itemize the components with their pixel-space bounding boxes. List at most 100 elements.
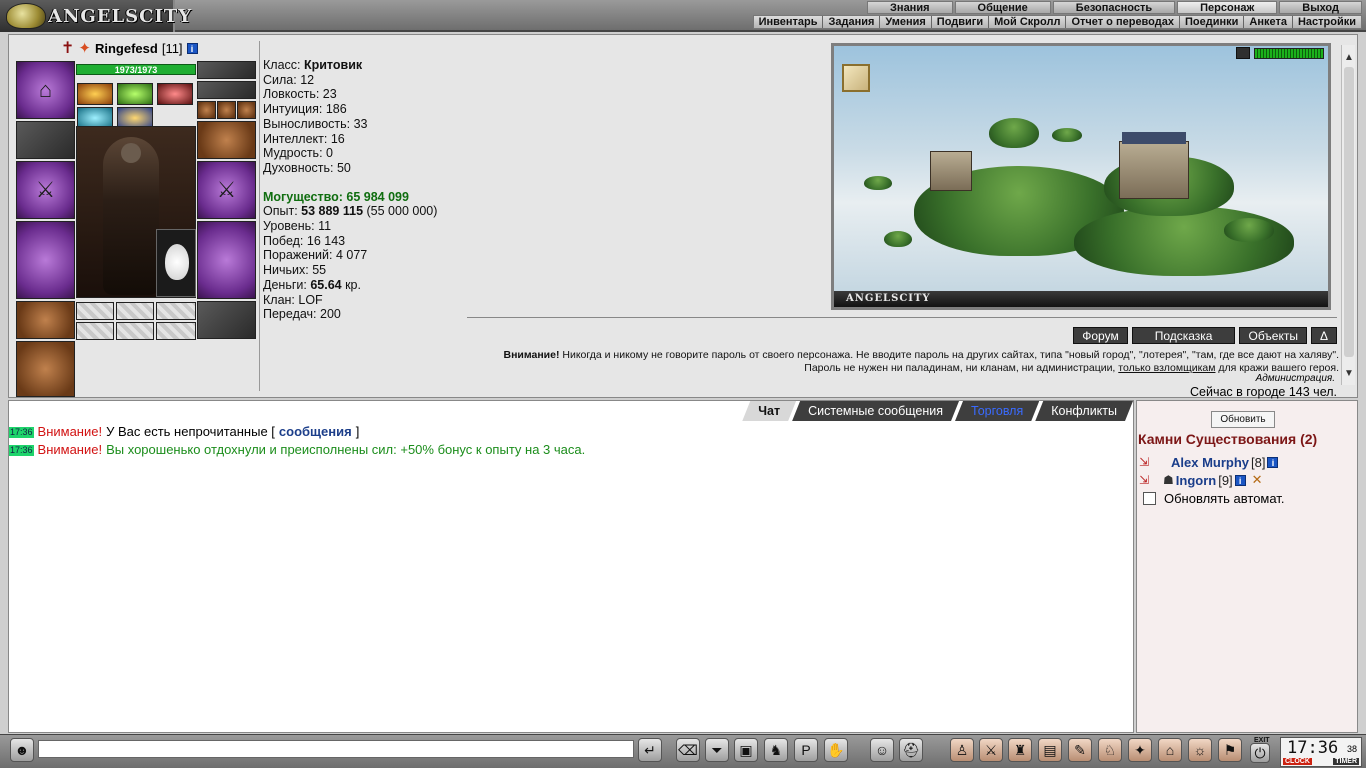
buff-blood-icon[interactable] bbox=[157, 83, 193, 105]
tab-system-messages[interactable]: Системные сообщения bbox=[792, 401, 959, 421]
refresh-button[interactable]: Обновить bbox=[1211, 411, 1275, 428]
scroll-icon[interactable]: ✎ bbox=[1068, 738, 1092, 762]
slot-armor[interactable] bbox=[16, 221, 75, 299]
clock-label[interactable]: CLOCK bbox=[1283, 758, 1312, 765]
run-icon[interactable]: ♞ bbox=[764, 738, 788, 762]
slot-bracers[interactable] bbox=[16, 121, 75, 159]
buff-fire-icon[interactable] bbox=[77, 83, 113, 105]
rune-slot-6[interactable] bbox=[156, 322, 196, 340]
player-name[interactable]: Alex Murphy bbox=[1171, 455, 1249, 470]
private-message-icon[interactable]: ⇲ bbox=[1139, 455, 1169, 469]
tab-chat[interactable]: Чат bbox=[742, 401, 796, 421]
logo[interactable]: ANGELSCITY bbox=[0, 0, 191, 32]
buff-nature-icon[interactable] bbox=[117, 83, 153, 105]
chevron-up-icon[interactable]: ▲ bbox=[1342, 51, 1356, 65]
slot-helmet[interactable]: ⌂ bbox=[16, 61, 75, 119]
shop-icon[interactable]: ⌂ bbox=[1158, 738, 1182, 762]
submenu-skills[interactable]: Умения bbox=[880, 16, 932, 28]
slot-weapon-right[interactable]: ⚔ bbox=[197, 161, 256, 219]
auto-refresh-toggle[interactable]: Обновлять автомат. bbox=[1143, 491, 1284, 506]
message-time[interactable]: 17:36 bbox=[9, 426, 34, 438]
slot-gloves[interactable] bbox=[197, 121, 256, 159]
slot-legs[interactable] bbox=[197, 221, 256, 299]
compass-icon[interactable]: ✦ bbox=[1128, 738, 1152, 762]
submenu-achievements[interactable]: Подвиги bbox=[932, 16, 990, 28]
info-icon[interactable]: i bbox=[1267, 456, 1279, 468]
owl-pet-icon[interactable] bbox=[156, 229, 196, 297]
menu-exit[interactable]: Выход bbox=[1279, 1, 1362, 14]
submenu-profile[interactable]: Анкета bbox=[1244, 16, 1293, 28]
slot-weapon-left[interactable]: ⚔ bbox=[16, 161, 75, 219]
exit-icon[interactable]: ⏻ bbox=[1250, 743, 1270, 763]
submenu-inventory[interactable]: Инвентарь bbox=[754, 16, 824, 28]
slot-ring-1[interactable] bbox=[197, 101, 216, 119]
stat-agility: Ловкость: 23 bbox=[263, 87, 337, 102]
forum-button[interactable]: Форум bbox=[1073, 327, 1128, 344]
filter-icon[interactable]: ⏷ bbox=[705, 738, 729, 762]
rune-slot-2[interactable] bbox=[116, 302, 154, 320]
submenu-my-scroll[interactable]: Мой Скролл bbox=[989, 16, 1067, 28]
info-icon[interactable]: i bbox=[1234, 474, 1246, 486]
submenu-quests[interactable]: Задания bbox=[823, 16, 881, 28]
hint-button[interactable]: Подсказка bbox=[1131, 327, 1236, 344]
hand-icon[interactable]: ✋ bbox=[824, 738, 848, 762]
slot-cloak[interactable] bbox=[16, 341, 75, 397]
sword-icon[interactable]: ⚔ bbox=[979, 738, 1003, 762]
scroll-thumb[interactable] bbox=[1344, 67, 1354, 357]
rune-slot-4[interactable] bbox=[76, 322, 114, 340]
submenu-transfer-report[interactable]: Отчет о переводах bbox=[1066, 16, 1180, 28]
silhouette-icon[interactable]: ♙ bbox=[950, 738, 974, 762]
menu-security[interactable]: Безопасность bbox=[1052, 1, 1176, 14]
private-icon[interactable]: P bbox=[794, 738, 818, 762]
bag-icon[interactable]: ♜ bbox=[1008, 738, 1032, 762]
mansion-building bbox=[1119, 141, 1189, 199]
location-view[interactable]: ANGELSCITY bbox=[831, 43, 1331, 310]
menu-character[interactable]: Персонаж bbox=[1177, 1, 1278, 14]
rune-slot-3[interactable] bbox=[156, 302, 196, 320]
eraser-icon[interactable]: ⌫ bbox=[676, 738, 700, 762]
flag-icon[interactable]: ⚑ bbox=[1218, 738, 1242, 762]
tab-conflicts[interactable]: Конфликты bbox=[1035, 401, 1133, 421]
chest-icon[interactable]: ▤ bbox=[1038, 738, 1062, 762]
slot-ring-2[interactable] bbox=[217, 101, 236, 119]
shield-emblem-icon bbox=[6, 3, 46, 29]
send-icon[interactable]: ↵ bbox=[638, 738, 662, 762]
stats-block: Класс: Критовик Сила: 12 Ловкость: 23 Ин… bbox=[263, 58, 437, 322]
menu-communication[interactable]: Общение bbox=[954, 1, 1051, 14]
slot-earrings[interactable] bbox=[197, 61, 256, 79]
delta-button[interactable]: Δ bbox=[1310, 327, 1337, 344]
hackers-link[interactable]: только взломщикам bbox=[1118, 362, 1215, 374]
tab-trade[interactable]: Торговля bbox=[955, 401, 1039, 421]
save-icon[interactable]: ▣ bbox=[734, 738, 758, 762]
messages-link[interactable]: сообщения bbox=[279, 423, 352, 441]
chat-input[interactable] bbox=[38, 740, 634, 758]
objects-button[interactable]: Объекты bbox=[1239, 327, 1307, 344]
location-buttons: Форум Подсказка Объекты Δ bbox=[1073, 327, 1337, 344]
info-icon[interactable]: i bbox=[186, 42, 198, 54]
rune-slot-1[interactable] bbox=[76, 302, 114, 320]
player-name[interactable]: Ingorn bbox=[1176, 473, 1216, 488]
scrollbar[interactable]: ▲ ▼ bbox=[1341, 45, 1355, 385]
clock-widget[interactable]: 17:36 38 CLOCK TIMER bbox=[1280, 737, 1362, 767]
knight-icon[interactable]: ♘ bbox=[1098, 738, 1122, 762]
battle-icon[interactable]: ✕ bbox=[1252, 472, 1263, 488]
smile-icon[interactable]: ☺ bbox=[870, 738, 894, 762]
friends-icon[interactable]: ☼ bbox=[1188, 738, 1212, 762]
message-time[interactable]: 17:36 bbox=[9, 444, 34, 456]
slot-belt[interactable] bbox=[16, 301, 75, 339]
submenu-fights[interactable]: Поединки bbox=[1180, 16, 1245, 28]
private-message-icon[interactable]: ⇲ bbox=[1139, 473, 1161, 487]
chat-head-icon[interactable]: ☻ bbox=[10, 738, 34, 762]
slot-boots[interactable] bbox=[197, 301, 256, 339]
chevron-down-icon[interactable]: ▼ bbox=[1342, 367, 1356, 381]
auto-refresh-checkbox[interactable] bbox=[1143, 492, 1156, 505]
submenu-settings[interactable]: Настройки bbox=[1293, 16, 1361, 28]
rune-slot-5[interactable] bbox=[116, 322, 154, 340]
timer-label[interactable]: TIMER bbox=[1333, 758, 1359, 765]
scroll-icon[interactable] bbox=[842, 64, 870, 92]
slot-ring-3[interactable] bbox=[237, 101, 256, 119]
helmet-icon[interactable]: ⛑ bbox=[899, 738, 923, 762]
clan-icon[interactable]: ☗ bbox=[1163, 473, 1174, 487]
menu-knowledge[interactable]: Знания bbox=[867, 1, 953, 14]
slot-amulet[interactable] bbox=[197, 81, 256, 99]
